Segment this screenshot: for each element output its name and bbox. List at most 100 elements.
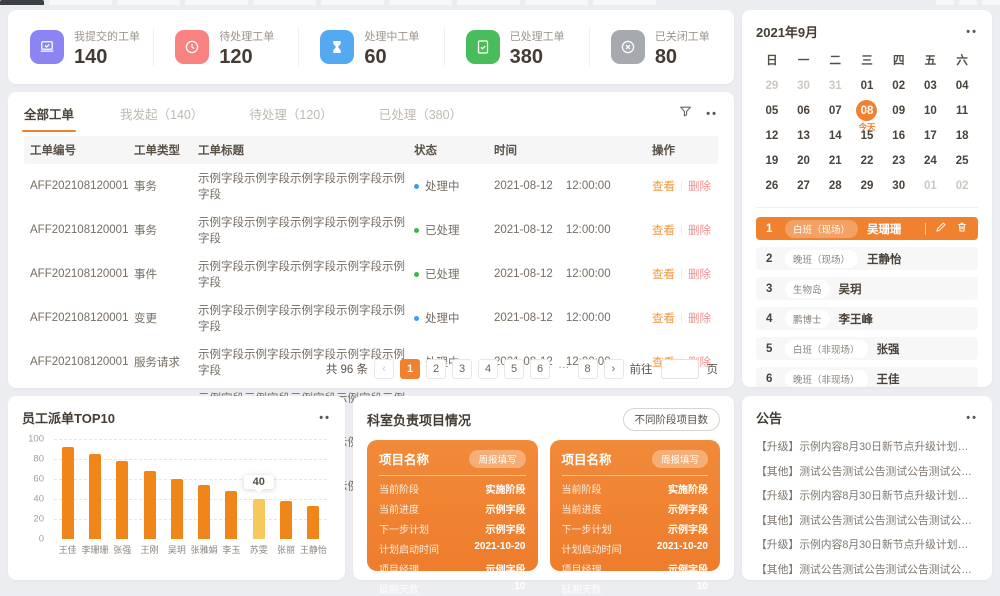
stage-project-count-button[interactable]: 不同阶段项目数 (623, 408, 721, 431)
table-row[interactable]: AFF202108120001 事务 示例字段示例字段示例字段示例字段示例字段 … (24, 164, 718, 208)
browser-tab[interactable] (321, 0, 384, 5)
announcement-item[interactable]: 【其他】测试公告测试公告测试公告测试公告测试公告 (756, 509, 978, 534)
calendar-day[interactable]: 24 (915, 148, 947, 173)
goto-page-input[interactable] (661, 359, 699, 379)
page-button[interactable]: 1 (400, 359, 420, 379)
announcement-item[interactable]: 【其他】测试公告测试公告测试公告测试公告测试公告 (756, 558, 978, 583)
calendar-day[interactable]: 30 (788, 73, 820, 98)
calendar-day[interactable]: 12 (756, 123, 788, 148)
filter-icon[interactable] (679, 105, 692, 123)
browser-tab[interactable] (117, 0, 180, 5)
page-button[interactable]: 6 (530, 359, 550, 379)
page-button[interactable]: 2 (426, 359, 446, 379)
calendar-day[interactable]: 09 (883, 98, 915, 123)
next-page-button[interactable]: › (604, 359, 624, 379)
table-row[interactable]: AFF202108120001 变更 示例字段示例字段示例字段示例字段示例字段 … (24, 296, 718, 340)
calendar-day[interactable]: 10 (915, 98, 947, 123)
page-button[interactable]: 5 (504, 359, 524, 379)
browser-tab-active[interactable] (0, 0, 44, 5)
calendar-day[interactable]: 07 (819, 98, 851, 123)
calendar-day[interactable]: 15 (851, 123, 883, 148)
bar-slot[interactable] (218, 439, 245, 539)
roster-row[interactable]: 5 白班（非现场） 张强 (756, 337, 978, 360)
calendar-day[interactable]: 13 (788, 123, 820, 148)
calendar-day[interactable]: 31 (819, 73, 851, 98)
calendar-day[interactable]: 22 (851, 148, 883, 173)
chart-more-icon[interactable]: •• (319, 415, 331, 421)
announcement-item[interactable]: 【升级】示例内容8月30日新节点升级计划通知 (756, 533, 978, 558)
calendar-day[interactable]: 14 (819, 123, 851, 148)
worklist-tab[interactable]: 已处理（380） (379, 104, 462, 132)
view-link[interactable]: 查看 (652, 266, 675, 282)
calendar-day[interactable]: 01 (915, 173, 947, 198)
weekly-report-badge[interactable]: 周报填写 (652, 450, 708, 468)
window-control[interactable] (982, 0, 1000, 5)
browser-tab[interactable] (389, 0, 452, 5)
delete-link[interactable]: 删除 (688, 222, 711, 238)
calendar-day[interactable]: 16 (883, 123, 915, 148)
prev-page-button[interactable]: ‹ (374, 359, 394, 379)
roster-row[interactable]: 3 生物岛 吴玥 (756, 277, 978, 300)
bar-slot[interactable] (136, 439, 163, 539)
roster-row[interactable]: 6 晚班（非现场） 王佳 (756, 367, 978, 387)
calendar-day[interactable]: 29 (756, 73, 788, 98)
browser-tab[interactable] (457, 0, 520, 5)
calendar-day[interactable]: 03 (915, 73, 947, 98)
calendar-day[interactable]: 26 (756, 173, 788, 198)
calendar-day[interactable]: 19 (756, 148, 788, 173)
bar-slot[interactable] (109, 439, 136, 539)
table-row[interactable]: AFF202108120001 事务 示例字段示例字段示例字段示例字段示例字段 … (24, 208, 718, 252)
weekly-report-badge[interactable]: 周报填写 (469, 450, 525, 468)
table-row[interactable]: AFF202108120001 事件 示例字段示例字段示例字段示例字段示例字段 … (24, 252, 718, 296)
calendar-day[interactable]: 20 (788, 148, 820, 173)
calendar-day[interactable]: 29 (851, 173, 883, 198)
bar-slot[interactable] (54, 439, 81, 539)
calendar-day[interactable]: 11 (946, 98, 978, 123)
announcement-item[interactable]: 【升级】示例内容8月30日新节点升级计划通知 (756, 484, 978, 509)
edit-icon[interactable] (935, 221, 947, 236)
calendar-day[interactable]: 02 (946, 173, 978, 198)
more-icon[interactable]: •• (706, 111, 718, 117)
roster-row[interactable]: 2 晚班（现场） 王静怡 (756, 247, 978, 270)
bar-slot[interactable] (163, 439, 190, 539)
window-control[interactable] (936, 0, 954, 5)
view-link[interactable]: 查看 (652, 222, 675, 238)
roster-row[interactable]: 4 鹏博士 李王峰 (756, 307, 978, 330)
delete-link[interactable]: 删除 (688, 310, 711, 326)
calendar-day-today[interactable]: 08今天 (851, 98, 883, 123)
view-link[interactable]: 查看 (652, 178, 675, 194)
browser-tab[interactable] (593, 0, 656, 5)
calendar-day[interactable]: 02 (883, 73, 915, 98)
delete-link[interactable]: 删除 (688, 266, 711, 282)
bar-slot[interactable] (81, 439, 108, 539)
trash-icon[interactable] (956, 221, 968, 236)
browser-tab[interactable] (253, 0, 316, 5)
page-button[interactable]: 3 (452, 359, 472, 379)
project-card[interactable]: 项目名称 周报填写 当前阶段实施阶段当前进度示例字段下一步计划示例字段计划启动时… (367, 440, 538, 571)
calendar-day[interactable]: 23 (883, 148, 915, 173)
calendar-day[interactable]: 04 (946, 73, 978, 98)
calendar-day[interactable]: 27 (788, 173, 820, 198)
delete-link[interactable]: 删除 (688, 178, 711, 194)
worklist-tab[interactable]: 待处理（120） (249, 104, 332, 132)
calendar-day[interactable]: 06 (788, 98, 820, 123)
calendar-more-icon[interactable]: •• (966, 29, 978, 35)
calendar-day[interactable]: 25 (946, 148, 978, 173)
calendar-day[interactable]: 17 (915, 123, 947, 148)
window-control[interactable] (959, 0, 977, 5)
project-card[interactable]: 项目名称 周报填写 当前阶段实施阶段当前进度示例字段下一步计划示例字段计划启动时… (550, 440, 721, 571)
browser-tab[interactable] (185, 0, 248, 5)
bar-slot[interactable] (272, 439, 299, 539)
bar-slot[interactable] (300, 439, 327, 539)
worklist-tab[interactable]: 我发起（140） (120, 104, 203, 132)
calendar-day[interactable]: 30 (883, 173, 915, 198)
roster-row[interactable]: 1 白班（现场） 吴珊珊 (756, 217, 978, 240)
announcement-item[interactable]: 【其他】测试公告测试公告测试公告测试公告测试公告 (756, 460, 978, 485)
page-button[interactable]: 4 (478, 359, 498, 379)
page-button[interactable]: 8 (578, 359, 598, 379)
calendar-day[interactable]: 18 (946, 123, 978, 148)
worklist-tab[interactable]: 全部工单 (24, 104, 74, 132)
browser-tab[interactable] (525, 0, 588, 5)
browser-tab[interactable] (49, 0, 112, 5)
calendar-day[interactable]: 05 (756, 98, 788, 123)
